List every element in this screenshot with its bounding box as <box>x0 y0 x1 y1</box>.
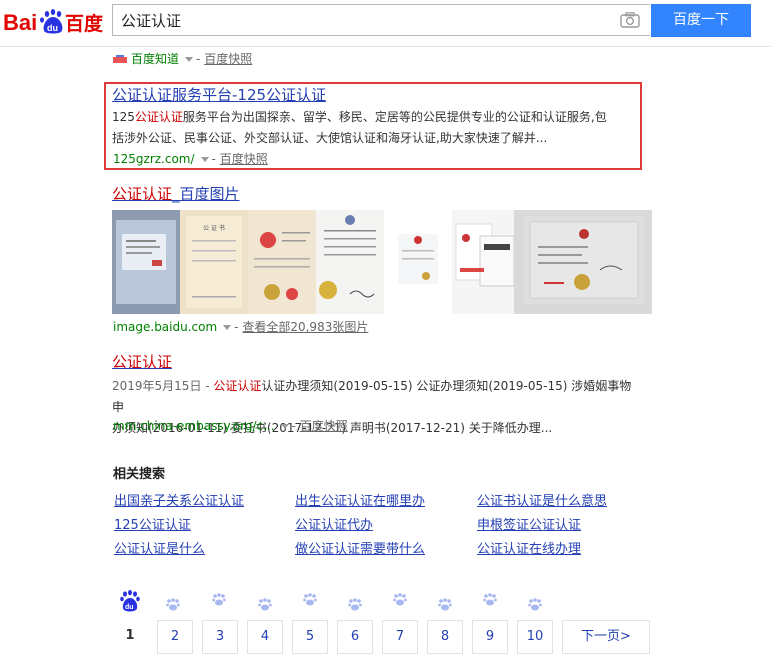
certificate-thumbnail[interactable] <box>248 210 316 314</box>
title-text: _百度图片 <box>172 185 240 203</box>
view-all-images-link[interactable]: 查看全部20,983张图片 <box>242 320 368 334</box>
related-search-link[interactable]: 出国亲子关系公证认证 <box>114 490 244 509</box>
page-current: 1 <box>125 628 135 643</box>
paw-icon <box>348 598 362 611</box>
paw-icon <box>212 593 226 606</box>
page-link[interactable]: 3 <box>202 620 238 654</box>
related-search-link[interactable]: 公证书认证是什么意思 <box>477 490 607 509</box>
result-source-line: mm.china-embassy.org/c... - 百度快照 <box>113 417 348 434</box>
abstract-text: 括涉外公证、民事公证、外交部认证、大使馆认证和海牙认证,助大家快速了解并... <box>112 131 548 145</box>
separator: - <box>291 419 296 433</box>
separator: - <box>234 320 239 334</box>
title-keyword: 公证认证 <box>112 86 173 104</box>
title-keyword: 公证认证 <box>112 185 173 203</box>
dropdown-arrow-icon[interactable] <box>185 57 194 62</box>
paw-icon <box>166 598 180 611</box>
related-search-link[interactable]: 做公证认证需要带什么 <box>295 538 425 557</box>
abstract-text: 服务平台为出国探亲、留学、移民、定居等的公民提供专业的公证和认证服务,包 <box>182 110 607 124</box>
cache-link[interactable]: 百度快照 <box>204 52 252 66</box>
result-title-link[interactable]: 公证认证 <box>112 353 172 371</box>
result-url: mm.china-embassy.org/c... <box>113 419 275 433</box>
related-search-link[interactable]: 公证认证是什么 <box>114 538 205 557</box>
result-url: image.baidu.com <box>113 320 218 334</box>
paw-icon <box>528 598 542 611</box>
svg-text:Bai: Bai <box>3 10 37 35</box>
title-keyword: 公证认证 <box>112 353 173 371</box>
page-link[interactable]: 9 <box>472 620 508 654</box>
search-box <box>112 4 650 36</box>
paw-icon <box>438 598 452 611</box>
image-strip: 公 证 书 <box>112 210 652 314</box>
page-link[interactable]: 8 <box>427 620 463 654</box>
certificate-thumbnail[interactable] <box>514 210 652 314</box>
cache-link[interactable]: 百度快照 <box>220 152 268 166</box>
title-keyword: 公证认证 <box>266 86 327 104</box>
paw-icon <box>258 598 272 611</box>
related-searches-title: 相关搜索 <box>113 467 166 482</box>
baidu-logo[interactable]: Bai du 百度 <box>3 6 103 36</box>
related-search-link[interactable]: 申根签证公证认证 <box>477 514 581 533</box>
abstract-text: 125 <box>112 110 135 124</box>
certificate-thumbnail[interactable] <box>384 210 452 314</box>
next-page-button[interactable]: 下一页> <box>562 620 650 654</box>
page-link[interactable]: 6 <box>337 620 373 654</box>
abstract-keyword: 公证认证 <box>213 379 262 393</box>
result-url: 125gzrz.com/ <box>113 152 195 166</box>
zhidao-icon <box>113 54 127 63</box>
separator: - <box>211 152 216 166</box>
related-search-link[interactable]: 公证认证在线办理 <box>477 538 581 557</box>
result-item: 公证认证服务平台-125公证认证 125公证认证服务平台为出国探亲、留学、移民、… <box>112 85 642 149</box>
svg-text:公 证 书: 公 证 书 <box>203 224 225 232</box>
abstract-keyword: 公证认证 <box>134 110 183 124</box>
separator: - <box>196 52 201 66</box>
result-source-line: image.baidu.com - 查看全部20,983张图片 <box>113 318 368 335</box>
certificate-thumbnail[interactable] <box>452 210 516 314</box>
certificate-thumbnail[interactable] <box>112 210 180 314</box>
related-search-link[interactable]: 125公证认证 <box>114 514 191 533</box>
svg-text:百度: 百度 <box>65 12 103 35</box>
related-search-link[interactable]: 公证认证代办 <box>295 514 373 533</box>
page-link[interactable]: 2 <box>157 620 193 654</box>
related-search-link[interactable]: 出生公证认证在哪里办 <box>295 490 425 509</box>
page-link[interactable]: 10 <box>517 620 553 654</box>
paw-icon <box>393 593 407 606</box>
result-abstract: 125公证认证服务平台为出国探亲、留学、移民、定居等的公民提供专业的公证和认证服… <box>112 107 642 149</box>
paw-icon <box>303 593 317 606</box>
zhidao-source-line: 百度知道 - 百度快照 <box>113 50 252 67</box>
result-title-link[interactable]: 公证认证服务平台-125公证认证 <box>112 86 326 104</box>
search-input[interactable] <box>121 5 601 35</box>
image-result: 公证认证_百度图片 <box>112 184 642 204</box>
baidu-paw-icon-current: du <box>120 590 140 612</box>
dropdown-arrow-icon[interactable] <box>223 325 232 330</box>
paw-icon <box>483 593 497 606</box>
svg-text:du: du <box>47 23 58 33</box>
page-link[interactable]: 7 <box>382 620 418 654</box>
result-title-link[interactable]: 公证认证_百度图片 <box>112 185 240 203</box>
header-bar: Bai du 百度 百度一下 <box>0 0 771 47</box>
search-button[interactable]: 百度一下 <box>651 4 751 37</box>
page-link[interactable]: 4 <box>247 620 283 654</box>
dropdown-arrow-icon[interactable] <box>200 157 209 162</box>
camera-icon[interactable] <box>620 12 640 28</box>
page-link[interactable]: 5 <box>292 620 328 654</box>
result-date: 2019年5月15日 - <box>112 379 214 393</box>
certificate-thumbnail[interactable]: 公 证 书 <box>180 210 248 314</box>
cache-link[interactable]: 百度快照 <box>300 419 348 433</box>
result-source-line: 125gzrz.com/ - 百度快照 <box>113 150 268 167</box>
title-text: 服务平台-125 <box>172 86 267 104</box>
zhidao-source-label[interactable]: 百度知道 <box>131 52 179 66</box>
certificate-thumbnail[interactable] <box>316 210 384 314</box>
dropdown-arrow-icon[interactable] <box>280 424 289 429</box>
svg-text:du: du <box>125 604 134 611</box>
